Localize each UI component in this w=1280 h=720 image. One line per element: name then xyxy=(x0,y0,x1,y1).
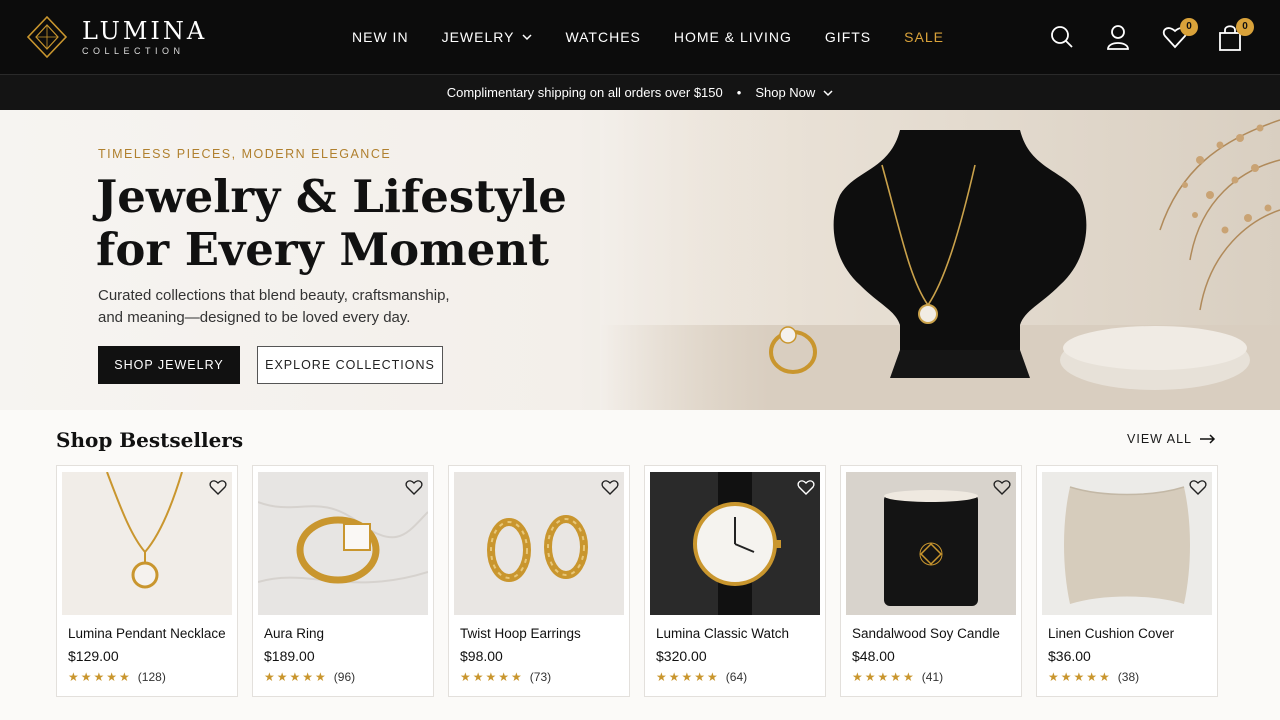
cart-button[interactable]: 0 xyxy=(1218,18,1254,52)
product-card[interactable]: Linen Cushion Cover $36.00 ★★★★★ (38) xyxy=(1036,465,1218,697)
product-card[interactable]: Lumina Pendant Necklace $129.00 ★★★★★ (1… xyxy=(56,465,238,697)
product-price: $189.00 xyxy=(264,648,315,664)
wishlist-heart-icon[interactable] xyxy=(405,479,423,495)
review-count: (128) xyxy=(137,670,166,684)
view-all-label: VIEW ALL xyxy=(1127,432,1192,446)
product-image-earrings xyxy=(454,472,624,615)
search-icon xyxy=(1051,26,1073,48)
review-count: (41) xyxy=(921,670,944,684)
product-image-necklace xyxy=(62,472,232,615)
hero-banner: TIMELESS PIECES, MODERN ELEGANCE Jewelry… xyxy=(0,110,1280,410)
star-rating-icon: ★★★★★ xyxy=(460,670,524,684)
product-name: Lumina Pendant Necklace xyxy=(68,626,226,641)
promo-shop-now-link[interactable]: Shop Now xyxy=(755,85,833,100)
wishlist-heart-icon[interactable] xyxy=(601,479,619,495)
chevron-down-icon xyxy=(522,34,532,41)
nav-jewelry-label: JEWELRY xyxy=(441,29,515,45)
hero-title: Jewelry & Lifestyle for Every Moment xyxy=(96,170,616,276)
product-price: $48.00 xyxy=(852,648,895,664)
product-image-candle xyxy=(846,472,1016,615)
product-rating: ★★★★★ (73) xyxy=(460,670,551,684)
explore-collections-button[interactable]: EXPLORE COLLECTIONS xyxy=(257,346,443,384)
product-image-ring xyxy=(258,472,428,615)
product-card[interactable]: Sandalwood Soy Candle $48.00 ★★★★★ (41) xyxy=(840,465,1022,697)
wishlist-heart-icon[interactable] xyxy=(993,479,1011,495)
product-card[interactable]: Lumina Classic Watch $320.00 ★★★★★ (64) xyxy=(644,465,826,697)
diamond-logo-icon xyxy=(26,15,68,59)
bestsellers-title: Shop Bestsellers xyxy=(56,428,244,452)
hero-description-line-1: Curated collections that blend beauty, c… xyxy=(98,287,450,304)
nav-new-in[interactable]: NEW IN xyxy=(352,29,409,45)
product-rating: ★★★★★ (128) xyxy=(68,670,166,684)
product-name: Twist Hoop Earrings xyxy=(460,626,581,641)
hero-title-line-1: Jewelry & Lifestyle xyxy=(96,170,567,223)
star-rating-icon: ★★★★★ xyxy=(656,670,720,684)
product-name: Aura Ring xyxy=(264,626,325,641)
view-all-link[interactable]: VIEW ALL xyxy=(1127,432,1216,446)
shop-jewelry-button[interactable]: SHOP JEWELRY xyxy=(98,346,240,384)
nav-watches[interactable]: WATCHES xyxy=(565,29,640,45)
product-rating: ★★★★★ (38) xyxy=(1048,670,1139,684)
nav-gifts[interactable]: GIFTS xyxy=(825,29,871,45)
product-price: $320.00 xyxy=(656,648,707,664)
wishlist-count-badge: 0 xyxy=(1180,18,1198,36)
product-grid: Lumina Pendant Necklace $129.00 ★★★★★ (1… xyxy=(56,465,1218,697)
nav-home-living[interactable]: HOME & LIVING xyxy=(674,29,792,45)
nav-sale[interactable]: SALE xyxy=(904,29,944,45)
review-count: (38) xyxy=(1117,670,1140,684)
wishlist-heart-icon[interactable] xyxy=(1189,479,1207,495)
star-rating-icon: ★★★★★ xyxy=(852,670,916,684)
hero-jewelry-image xyxy=(600,110,1280,410)
hero-description-line-2: and meaning—designed to be loved every d… xyxy=(98,309,411,326)
review-count: (64) xyxy=(725,670,748,684)
promo-link-label: Shop Now xyxy=(755,85,816,100)
product-price: $36.00 xyxy=(1048,648,1091,664)
product-name: Linen Cushion Cover xyxy=(1048,626,1175,641)
product-card[interactable]: Twist Hoop Earrings $98.00 ★★★★★ (73) xyxy=(448,465,630,697)
hero-description: Curated collections that blend beauty, c… xyxy=(98,285,498,329)
hero-eyebrow: TIMELESS PIECES, MODERN ELEGANCE xyxy=(98,147,392,161)
product-card[interactable]: Aura Ring $189.00 ★★★★★ (96) xyxy=(252,465,434,697)
product-rating: ★★★★★ (96) xyxy=(264,670,355,684)
product-rating: ★★★★★ (41) xyxy=(852,670,943,684)
product-rating: ★★★★★ (64) xyxy=(656,670,747,684)
search-button[interactable] xyxy=(1050,24,1076,52)
hero-title-line-2: for Every Moment xyxy=(96,223,549,276)
arrow-right-icon xyxy=(1200,434,1216,444)
product-price: $98.00 xyxy=(460,648,503,664)
promo-text: Complimentary shipping on all orders ove… xyxy=(446,85,723,100)
promo-bar: Complimentary shipping on all orders ove… xyxy=(0,74,1280,110)
star-rating-icon: ★★★★★ xyxy=(1048,670,1112,684)
user-icon xyxy=(1107,25,1129,50)
wishlist-heart-icon[interactable] xyxy=(209,479,227,495)
header-actions: 0 0 xyxy=(1020,18,1254,52)
star-rating-icon: ★★★★★ xyxy=(264,670,328,684)
brand-logo[interactable]: LUMINA COLLECTION xyxy=(26,15,207,59)
wishlist-button[interactable]: 0 xyxy=(1162,18,1198,52)
product-image-watch xyxy=(650,472,820,615)
product-price: $129.00 xyxy=(68,648,119,664)
site-header: LUMINA COLLECTION NEW IN JEWELRY WATCHES… xyxy=(0,0,1280,74)
product-image-cushion xyxy=(1042,472,1212,615)
main-nav: NEW IN JEWELRY WATCHES HOME & LIVING GIF… xyxy=(352,29,977,45)
product-name: Lumina Classic Watch xyxy=(656,626,790,641)
product-name: Sandalwood Soy Candle xyxy=(852,626,1000,641)
cart-count-badge: 0 xyxy=(1236,18,1254,36)
nav-jewelry[interactable]: JEWELRY xyxy=(442,29,533,45)
account-button[interactable] xyxy=(1106,24,1132,52)
review-count: (96) xyxy=(333,670,356,684)
wishlist-heart-icon[interactable] xyxy=(797,479,815,495)
brand-name: LUMINA xyxy=(82,17,208,45)
brand-subtitle: COLLECTION xyxy=(82,46,185,56)
chevron-down-icon xyxy=(823,89,833,96)
star-rating-icon: ★★★★★ xyxy=(68,670,132,684)
review-count: (73) xyxy=(529,670,552,684)
promo-separator: • xyxy=(736,85,742,100)
